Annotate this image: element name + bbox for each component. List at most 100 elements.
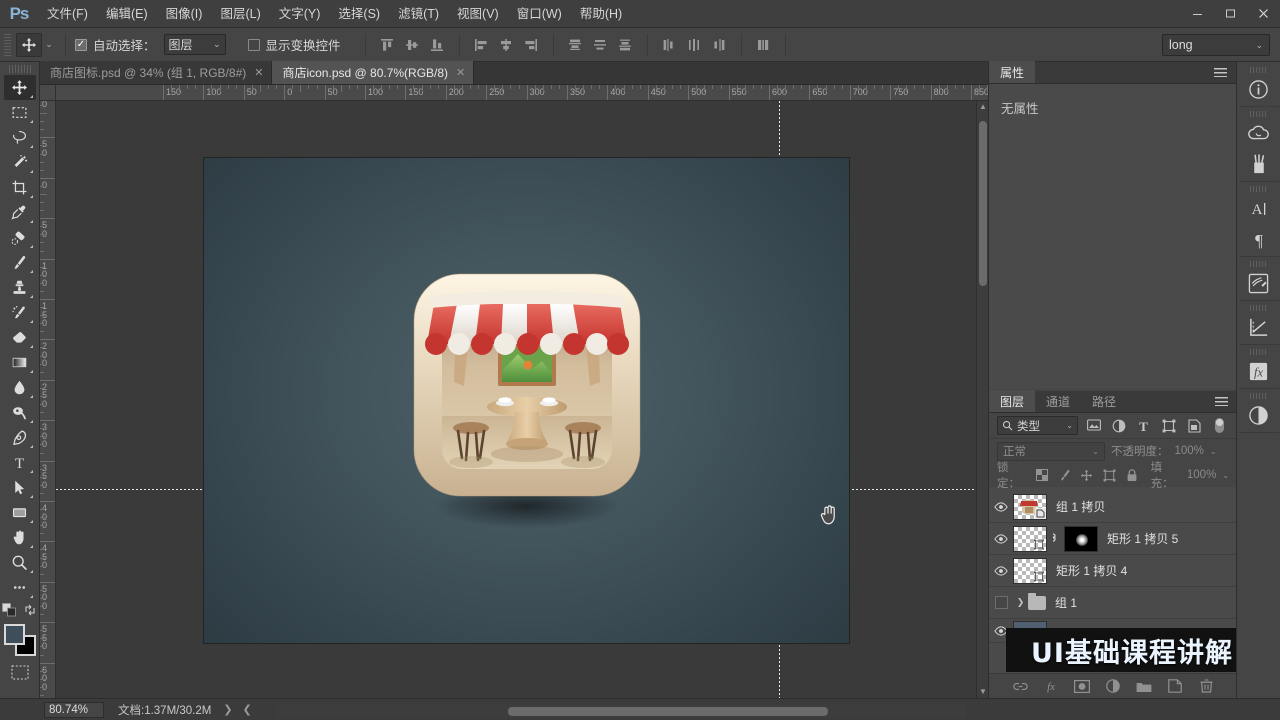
more-tools[interactable]: [4, 575, 36, 600]
layer-thumbnail[interactable]: [1013, 525, 1047, 552]
horizontal-scroll-thumb[interactable]: [508, 707, 828, 716]
layer-name[interactable]: 组 1 拷贝: [1056, 498, 1105, 515]
lock-transparency-icon[interactable]: [1033, 466, 1050, 484]
lock-image-icon[interactable]: [1056, 466, 1073, 484]
new-adjustment-icon[interactable]: [1105, 678, 1121, 694]
histogram-panel-icon[interactable]: [1243, 312, 1275, 343]
distribute-left-edges-button[interactable]: [657, 33, 682, 57]
crop-tool[interactable]: [4, 175, 36, 200]
swap-colors-button[interactable]: [23, 603, 37, 620]
tab-properties[interactable]: 属性: [989, 61, 1036, 83]
close-icon[interactable]: ✕: [254, 66, 263, 79]
type-filter-icon[interactable]: T: [1134, 416, 1153, 435]
new-group-icon[interactable]: [1136, 678, 1152, 694]
zoom-level-field[interactable]: 80.74%: [44, 701, 104, 718]
layer-name[interactable]: 矩形 1 拷贝 5: [1107, 530, 1178, 547]
quick-mask-button[interactable]: [8, 662, 32, 682]
align-top-edges-button[interactable]: [375, 33, 400, 57]
scroll-up-icon[interactable]: ▲: [977, 101, 988, 113]
canvas-area[interactable]: 150 100 50 0 50 100 150 200 250 300 350 400 450 500 55…: [40, 85, 988, 698]
rail-grip[interactable]: [1249, 67, 1268, 73]
document-artboard[interactable]: [204, 158, 849, 643]
history-brush-tool[interactable]: [4, 300, 36, 325]
chevron-down-icon[interactable]: ⌄: [1210, 447, 1217, 456]
scroll-down-icon[interactable]: ▼: [977, 686, 988, 698]
lock-all-icon[interactable]: [1124, 466, 1141, 484]
tab-channels[interactable]: 通道: [1035, 390, 1081, 412]
layer-mask-thumbnail[interactable]: [1064, 525, 1098, 552]
chevron-right-icon[interactable]: ❯: [1013, 597, 1028, 608]
ruler-corner[interactable]: [40, 85, 56, 101]
rail-grip[interactable]: [1249, 393, 1268, 399]
layer-row-0[interactable]: 组 1 拷贝: [989, 491, 1237, 523]
layer-row-3[interactable]: ❯ 组 1: [989, 587, 1237, 619]
eyedropper-tool[interactable]: [4, 200, 36, 225]
new-layer-icon[interactable]: [1167, 678, 1183, 694]
layer-visibility-toggle[interactable]: [989, 555, 1013, 587]
marquee-tool[interactable]: [4, 100, 36, 125]
smartobject-filter-icon[interactable]: [1185, 416, 1204, 435]
move-tool[interactable]: [3, 75, 36, 100]
canvas-vertical-scrollbar[interactable]: ▲ ▼: [976, 101, 988, 698]
active-tool-preview[interactable]: [16, 32, 42, 57]
show-transform-checkbox[interactable]: [247, 38, 260, 51]
pixel-filter-icon[interactable]: [1084, 416, 1103, 435]
layer-name[interactable]: 矩形 1 拷贝 4: [1056, 562, 1127, 579]
lock-artboard-icon[interactable]: [1101, 466, 1118, 484]
menu-edit[interactable]: 编辑(E): [97, 0, 157, 28]
mask-link-icon[interactable]: [1047, 531, 1058, 547]
horizontal-ruler[interactable]: 150 100 50 0 50 100 150 200 250 300 350 400 450 500 55…: [56, 85, 988, 101]
info-panel-icon[interactable]: [1243, 74, 1275, 105]
brush-tool[interactable]: [4, 250, 36, 275]
tab-paths[interactable]: 路径: [1081, 390, 1127, 412]
document-tab-1[interactable]: 商店图标.psd @ 34% (组 1, RGB/8#) ✕: [40, 61, 273, 84]
link-layers-icon[interactable]: [1012, 678, 1028, 694]
dodge-tool[interactable]: [4, 400, 36, 425]
brush-presets-icon[interactable]: [1243, 149, 1275, 180]
lock-position-icon[interactable]: [1079, 466, 1096, 484]
menu-image[interactable]: 图像(I): [157, 0, 212, 28]
blend-mode-dropdown[interactable]: 正常 ⌄: [997, 441, 1105, 461]
align-bottom-edges-button[interactable]: [425, 33, 450, 57]
minimize-button[interactable]: [1181, 0, 1214, 28]
adjustments-panel-icon[interactable]: [1243, 400, 1275, 431]
zoom-tool[interactable]: [4, 550, 36, 575]
layer-row-2[interactable]: 矩形 1 拷贝 4: [989, 555, 1237, 587]
add-mask-icon[interactable]: [1074, 678, 1090, 694]
default-colors-button[interactable]: [2, 603, 17, 620]
chevron-down-icon[interactable]: ⌄: [1222, 471, 1229, 480]
menu-select[interactable]: 选择(S): [329, 0, 389, 28]
layer-visibility-toggle[interactable]: [989, 491, 1013, 523]
rail-grip[interactable]: [1249, 261, 1268, 267]
tool-preset-caret[interactable]: ⌄: [42, 39, 56, 50]
canvas-horizontal-scrollbar[interactable]: [276, 705, 966, 718]
distribute-spacing-button[interactable]: [751, 33, 776, 57]
menu-type[interactable]: 文字(Y): [270, 0, 330, 28]
blur-tool[interactable]: [4, 375, 36, 400]
align-horizontal-centers-button[interactable]: [494, 33, 519, 57]
type-tool[interactable]: T: [4, 450, 36, 475]
gradient-tool[interactable]: [4, 350, 36, 375]
vertical-ruler[interactable]: 0500501001502002503003504004505005506006: [40, 101, 56, 698]
align-vertical-centers-button[interactable]: [400, 33, 425, 57]
character-panel-icon[interactable]: A: [1243, 193, 1275, 224]
rectangle-tool[interactable]: [4, 500, 36, 525]
close-button[interactable]: [1247, 0, 1280, 28]
auto-select-checkbox[interactable]: ✓: [75, 38, 87, 51]
tab-layers[interactable]: 图层: [989, 390, 1036, 412]
add-fx-icon[interactable]: fx: [1043, 678, 1059, 694]
align-right-edges-button[interactable]: [519, 33, 544, 57]
maximize-button[interactable]: [1214, 0, 1247, 28]
menu-view[interactable]: 视图(V): [448, 0, 508, 28]
layer-visibility-toggle[interactable]: [989, 523, 1013, 555]
layers-panel-menu-button[interactable]: [1206, 390, 1237, 412]
menu-window[interactable]: 窗口(W): [508, 0, 571, 28]
tools-panel-grip[interactable]: [8, 65, 31, 73]
layer-row-1[interactable]: 矩形 1 拷贝 5: [989, 523, 1237, 555]
foreground-color-swatch[interactable]: [3, 624, 25, 645]
fill-value[interactable]: 100%: [1187, 469, 1216, 481]
opacity-value[interactable]: 100%: [1175, 445, 1204, 457]
menu-file[interactable]: 文件(F): [38, 0, 97, 28]
menu-filter[interactable]: 滤镜(T): [389, 0, 448, 28]
status-expand-arrow[interactable]: ❯: [223, 703, 232, 716]
